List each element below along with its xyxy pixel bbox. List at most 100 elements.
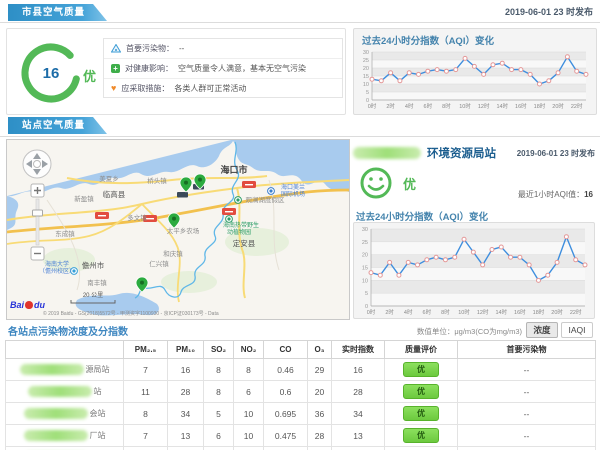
pollutant-value-cell: 13 [168, 425, 204, 447]
pollutant-value-cell: 29 [308, 359, 332, 381]
pollutant-value-cell: 0.46 [264, 359, 308, 381]
smiley-face-icon [358, 165, 394, 201]
table-row: 源局站716880.462916优-- [6, 359, 596, 381]
station-name-cell: 源局站 [6, 359, 124, 381]
zoom-slider-track[interactable] [36, 199, 39, 245]
aqi-value: 16 [43, 65, 60, 82]
map-compass-control[interactable] [23, 150, 51, 178]
svg-text:12时: 12时 [477, 308, 489, 316]
svg-text:8时: 8时 [441, 308, 450, 316]
table-column-header [6, 341, 124, 359]
table-column-header: 首要污染物 [458, 341, 596, 359]
concentration-toggle-button[interactable]: 浓度 [526, 322, 558, 338]
aqi-24h-line-chart: 0510152025300时2时4时6时8时10时12时14时16时18时20时… [356, 225, 590, 316]
station-name-suffix: 站 [94, 387, 102, 396]
compass-center[interactable] [34, 161, 41, 168]
table-column-header: NO₂ [234, 341, 264, 359]
chart-data-point [491, 63, 495, 67]
svg-text:20: 20 [362, 253, 368, 259]
measure-heart-icon: ♥ [111, 84, 116, 93]
chart-data-point [388, 260, 392, 264]
pollutant-value-cell: 11 [124, 381, 168, 403]
svg-text:20时: 20时 [552, 102, 564, 110]
chart-title: 过去24小时分指数（AQI）变化 [354, 29, 596, 48]
primary-pollutant-cell: -- [458, 425, 596, 447]
chart-data-point [406, 260, 410, 264]
map-place-label: 海南热带野生 [223, 221, 259, 229]
map-place-label: 桥头镇 [147, 176, 167, 185]
svg-text:12时: 12时 [478, 102, 490, 110]
pollutant-value-cell: 9 [308, 447, 332, 450]
map-place-label: 海口市 [220, 164, 247, 175]
chart-data-point [527, 263, 531, 267]
table-column-header: 质量评价 [385, 341, 458, 359]
iaqi-toggle-button[interactable]: IAQI [561, 322, 593, 338]
chart-data-point [434, 255, 438, 259]
quality-cell: 优 [385, 403, 458, 425]
station-name-cell: 站 [6, 381, 124, 403]
map-place-label: 和庆镇 [163, 249, 183, 258]
scale-label: 20 公里 [83, 292, 103, 299]
quality-badge[interactable]: 优 [403, 362, 439, 377]
pollutant-value-cell: 8 [234, 359, 264, 381]
svg-text:16时: 16时 [515, 102, 527, 110]
primary-pollutant-cell: -- [458, 381, 596, 403]
chart-data-point [389, 71, 393, 75]
table-column-header: SO₂ [204, 341, 234, 359]
station-name-cell: 场站 [6, 447, 124, 450]
baidu-map-canvas[interactable]: 海口市临高县儋州市定安县美夏乡新盈镇桥头镇多文镇东成镇和庆镇南丰镇仁兴镇太平乡农… [7, 140, 349, 319]
map-place-label: 海口美兰 [281, 183, 305, 191]
pollutant-value-cell: 8 [204, 359, 234, 381]
svg-text:10: 10 [362, 278, 368, 284]
quality-badge[interactable]: 优 [403, 406, 439, 421]
chart-data-point [426, 69, 430, 73]
station-aqi-chart-card: 0510152025300时2时4时6时8时10时12时14时16时18时20时… [353, 222, 595, 319]
map-place-label: 定安县 [233, 238, 256, 248]
svg-text:2时: 2时 [386, 102, 395, 110]
chart-data-point [453, 255, 457, 259]
pollutant-value-cell: 0.695 [264, 403, 308, 425]
map-greenery [161, 271, 217, 293]
aqi-gauge: 16 [13, 31, 89, 113]
unit-note: 数值单位：μg/m3(CO为mg/m3) [417, 326, 522, 337]
station-name: 环境资源局站 [427, 145, 496, 161]
svg-text:10时: 10时 [459, 102, 471, 110]
chart-data-point [378, 273, 382, 277]
svg-text:14时: 14时 [496, 102, 508, 110]
table-header-row: PM₂.₅PM₁₀SO₂NO₂COO₃实时指数质量评价首要污染物 [6, 341, 596, 359]
map-attribution: © 2019 Baidu - GS(2018)5572号 - 甲测资字11009… [43, 310, 219, 317]
pollutant-value-cell: 8 [124, 403, 168, 425]
attraction-icon [226, 216, 233, 223]
chart-data-point [547, 79, 551, 83]
table-column-header: 实时指数 [332, 341, 385, 359]
info-value: -- [179, 44, 184, 53]
chart-data-point [546, 273, 550, 277]
station-map[interactable]: 海口市临高县儋州市定安县美夏乡新盈镇桥头镇多文镇东成镇和庆镇南丰镇仁兴镇太平乡农… [6, 139, 350, 320]
quality-badge[interactable]: 优 [403, 428, 439, 443]
chart-data-point [565, 55, 569, 59]
map-place-label: 太平乡农场 [167, 226, 200, 235]
pollutant-value-cell: 6 [204, 425, 234, 447]
zoom-slider-handle[interactable] [33, 210, 43, 216]
table-row: 场站9246210.181924优-- [6, 447, 596, 450]
svg-text:25: 25 [362, 240, 368, 246]
chart-data-point [537, 82, 541, 86]
quality-badge[interactable]: 优 [403, 384, 439, 399]
svg-text:4时: 4时 [404, 308, 413, 316]
pollutant-value-cell: 28 [308, 425, 332, 447]
chart-data-point [417, 72, 421, 76]
chart-data-point [425, 258, 429, 262]
info-value: 空气质量令人满意，基本无空气污染 [178, 63, 306, 74]
pollutant-value-cell: 28 [168, 381, 204, 403]
pollutant-value-cell: 34 [332, 403, 385, 425]
chart-data-point [556, 71, 560, 75]
map-place-label: 南丰镇 [87, 278, 107, 287]
quality-cell: 优 [385, 359, 458, 381]
pollutant-value-cell: 16 [332, 359, 385, 381]
svg-text:0时: 0时 [368, 102, 377, 110]
info-label: 对健康影响： [125, 63, 173, 74]
chart-data-point [583, 263, 587, 267]
chart-data-point [454, 68, 458, 72]
pollutant-value-cell: 36 [308, 403, 332, 425]
pollutant-value-cell: 24 [332, 447, 385, 450]
